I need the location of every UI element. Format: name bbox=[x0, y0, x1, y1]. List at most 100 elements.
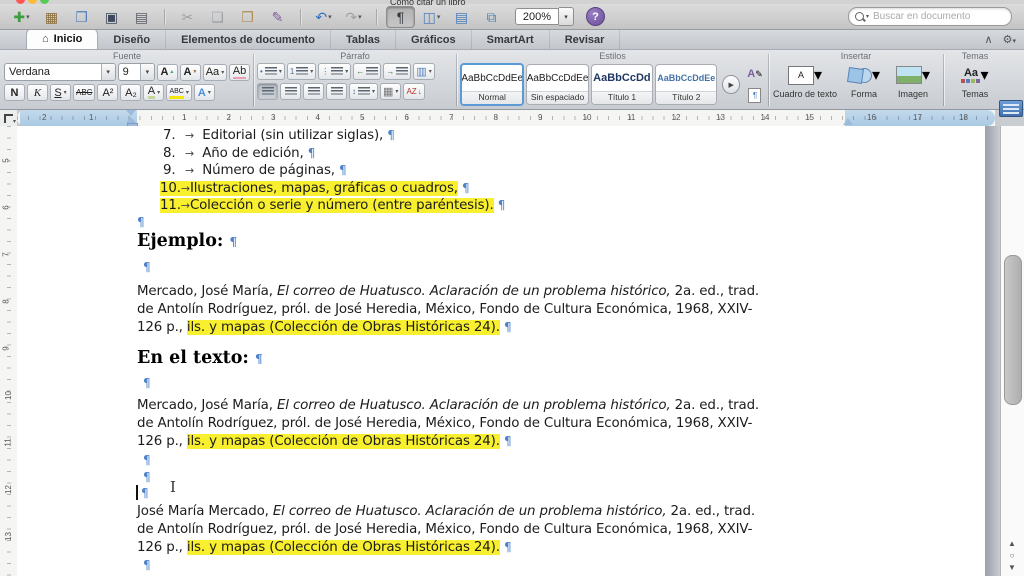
scrollbar-thumb[interactable] bbox=[1004, 255, 1022, 405]
underline-button[interactable]: S▾ bbox=[50, 84, 71, 101]
font-name-combo[interactable]: Verdana ▾ bbox=[4, 63, 116, 81]
redo-button[interactable]: ↷▾ bbox=[340, 7, 367, 27]
paragraph-line[interactable]: de Antolín Rodríguez, pról. de José Here… bbox=[137, 416, 752, 431]
justify-button[interactable] bbox=[326, 83, 347, 100]
search-options-arrow-icon[interactable]: ▾ bbox=[866, 13, 869, 20]
elements-gallery-button[interactable]: ▦ bbox=[38, 7, 65, 27]
multiple-pages-button[interactable]: ⧉ bbox=[478, 7, 505, 27]
sort-button[interactable]: AZ↓ bbox=[403, 83, 424, 100]
zoom-window-button[interactable] bbox=[40, 0, 49, 4]
highlight-button[interactable]: ABC▾ bbox=[166, 84, 191, 101]
empty-paragraph[interactable]: ¶ bbox=[143, 260, 151, 275]
font-size-combo[interactable]: 9 ▾ bbox=[118, 63, 155, 81]
dropdown-arrow-icon[interactable]: ▾ bbox=[140, 64, 154, 80]
paragraph-line[interactable]: 126 p., ils. y mapas (Colección de Obras… bbox=[137, 320, 511, 335]
tab-graficos[interactable]: Gráficos bbox=[396, 30, 472, 49]
copy-button[interactable]: ❏ bbox=[204, 7, 231, 27]
cut-button[interactable]: ✂ bbox=[174, 7, 201, 27]
paragraph-line[interactable]: Mercado, José María, El correo de Huatus… bbox=[137, 284, 759, 299]
undo-button[interactable]: ↶▾ bbox=[310, 7, 337, 27]
next-page-button[interactable]: ▼ bbox=[1005, 562, 1019, 573]
paragraph-line[interactable]: 126 p., ils. y mapas (Colección de Obras… bbox=[137, 540, 511, 555]
change-case-button[interactable]: Aa▾ bbox=[203, 64, 227, 81]
style-sin-espaciado[interactable]: AaBbCcDdEe Sin espaciado bbox=[526, 64, 588, 105]
superscript-button[interactable]: A² bbox=[97, 84, 118, 101]
open-button[interactable]: ❐ bbox=[68, 7, 95, 27]
v-ruler[interactable]: 5678910111213 bbox=[0, 126, 18, 576]
help-button[interactable]: ? bbox=[586, 7, 605, 26]
empty-paragraph[interactable]: ¶ bbox=[141, 486, 149, 501]
paragraph-line[interactable]: José María Mercado, El correo de Huatusc… bbox=[137, 504, 755, 519]
tab-inicio[interactable]: ⌂Inicio bbox=[26, 28, 98, 49]
tab-revisar[interactable]: Revisar bbox=[550, 30, 621, 49]
gear-icon[interactable]: ⚙▾ bbox=[1003, 33, 1016, 46]
styles-pane-icon[interactable]: ¶ bbox=[745, 86, 765, 104]
zoom-value[interactable]: 200% bbox=[515, 8, 559, 25]
shape-button[interactable]: ▾ Forma bbox=[842, 63, 886, 99]
previous-page-button[interactable]: ▲ bbox=[1005, 538, 1019, 549]
italic-button[interactable]: K bbox=[27, 84, 48, 101]
tab-smartart[interactable]: SmartArt bbox=[472, 30, 550, 49]
line-spacing-button[interactable]: ↕▾ bbox=[349, 83, 378, 100]
bullets-button[interactable]: •▾ bbox=[257, 63, 285, 80]
zoom-control[interactable]: 200% ▾ bbox=[515, 7, 574, 26]
columns-button[interactable]: ▥▾ bbox=[413, 63, 434, 80]
borders-button[interactable]: ▦▾ bbox=[380, 83, 401, 100]
styles-gallery-arrow-button[interactable]: ▶ bbox=[722, 75, 740, 94]
paragraph-line[interactable]: de Antolín Rodríguez, pról. de José Here… bbox=[137, 302, 752, 317]
paragraph-line[interactable]: 126 p., ils. y mapas (Colección de Obras… bbox=[137, 434, 511, 449]
empty-paragraph[interactable]: ¶ bbox=[143, 558, 151, 573]
close-window-button[interactable] bbox=[16, 0, 25, 4]
list-item[interactable]: 10.→Ilustraciones, mapas, gráficas o cua… bbox=[160, 181, 470, 196]
list-item[interactable]: 8.→ Año de edición, ¶ bbox=[163, 146, 315, 161]
print-button[interactable]: ▤ bbox=[128, 7, 155, 27]
align-center-button[interactable] bbox=[280, 83, 301, 100]
empty-paragraph[interactable]: ¶ bbox=[143, 453, 151, 468]
clear-formatting-button[interactable]: Ab bbox=[229, 64, 250, 81]
align-left-button[interactable] bbox=[257, 83, 278, 100]
h-ruler[interactable]: 21123456789101112131415161718 bbox=[17, 110, 995, 127]
minimize-window-button[interactable] bbox=[28, 0, 37, 4]
heading-ejemplo[interactable]: Ejemplo: ¶ bbox=[137, 231, 237, 251]
empty-paragraph[interactable]: ¶ bbox=[137, 215, 145, 230]
grow-font-button[interactable]: A▲ bbox=[157, 64, 178, 81]
align-right-button[interactable] bbox=[303, 83, 324, 100]
style-titulo-1[interactable]: AaBbCcDd Título 1 bbox=[591, 64, 653, 105]
show-paragraph-marks-button[interactable]: ¶ bbox=[386, 6, 415, 28]
sidebar-split-button[interactable] bbox=[999, 100, 1023, 117]
list-item[interactable]: 7.→ Editorial (sin utilizar siglas), ¶ bbox=[163, 128, 395, 143]
numbering-button[interactable]: 1▾ bbox=[287, 63, 316, 80]
decrease-indent-button[interactable]: ← bbox=[353, 63, 381, 80]
tab-stop-selector[interactable]: ▾ bbox=[0, 110, 18, 127]
subscript-button[interactable]: A₂ bbox=[120, 84, 141, 101]
text-box-button[interactable]: A▾ Cuadro de texto bbox=[772, 63, 838, 99]
tab-elementos-de-documento[interactable]: Elementos de documento bbox=[166, 30, 331, 49]
right-indent-marker[interactable] bbox=[843, 118, 853, 125]
document-page[interactable]: 7.→ Editorial (sin utilizar siglas), ¶ 8… bbox=[17, 126, 985, 576]
manage-styles-icon[interactable]: A✎ bbox=[745, 65, 765, 83]
format-painter-button[interactable]: ✎ bbox=[264, 7, 291, 27]
zoom-dropdown-arrow-icon[interactable]: ▾ bbox=[559, 7, 574, 26]
first-line-indent-marker[interactable] bbox=[126, 110, 136, 116]
strikethrough-button[interactable]: ABC bbox=[73, 84, 95, 101]
text-effects-button[interactable]: A▾ bbox=[194, 84, 215, 101]
increase-indent-button[interactable]: → bbox=[383, 63, 411, 80]
select-browse-object-button[interactable]: ○ bbox=[1005, 550, 1019, 561]
multilevel-list-button[interactable]: ⋮▾ bbox=[318, 63, 351, 80]
tab-diseno[interactable]: Diseño bbox=[98, 30, 166, 49]
empty-paragraph[interactable]: ¶ bbox=[143, 376, 151, 391]
new-document-button[interactable]: ✚▾ bbox=[8, 7, 35, 27]
font-color-button[interactable]: A▾ bbox=[143, 84, 164, 101]
search-field[interactable]: ▾ Buscar en documento bbox=[848, 7, 1012, 26]
save-button[interactable]: ▣ bbox=[98, 7, 125, 27]
paragraph-line[interactable]: Mercado, José María, El correo de Huatus… bbox=[137, 398, 759, 413]
tab-tablas[interactable]: Tablas bbox=[331, 30, 396, 49]
dropdown-arrow-icon[interactable]: ▾ bbox=[101, 64, 115, 80]
bold-button[interactable]: N bbox=[4, 84, 25, 101]
document-elements-button[interactable]: ▤ bbox=[448, 7, 475, 27]
paste-button[interactable]: ❒ bbox=[234, 7, 261, 27]
list-item[interactable]: 9.→ Número de páginas, ¶ bbox=[163, 163, 347, 178]
image-button[interactable]: ▾ Imagen bbox=[890, 63, 936, 99]
style-titulo-2[interactable]: AaBbCcDdEe Título 2 bbox=[655, 64, 717, 105]
empty-paragraph[interactable]: ¶ bbox=[143, 470, 151, 485]
